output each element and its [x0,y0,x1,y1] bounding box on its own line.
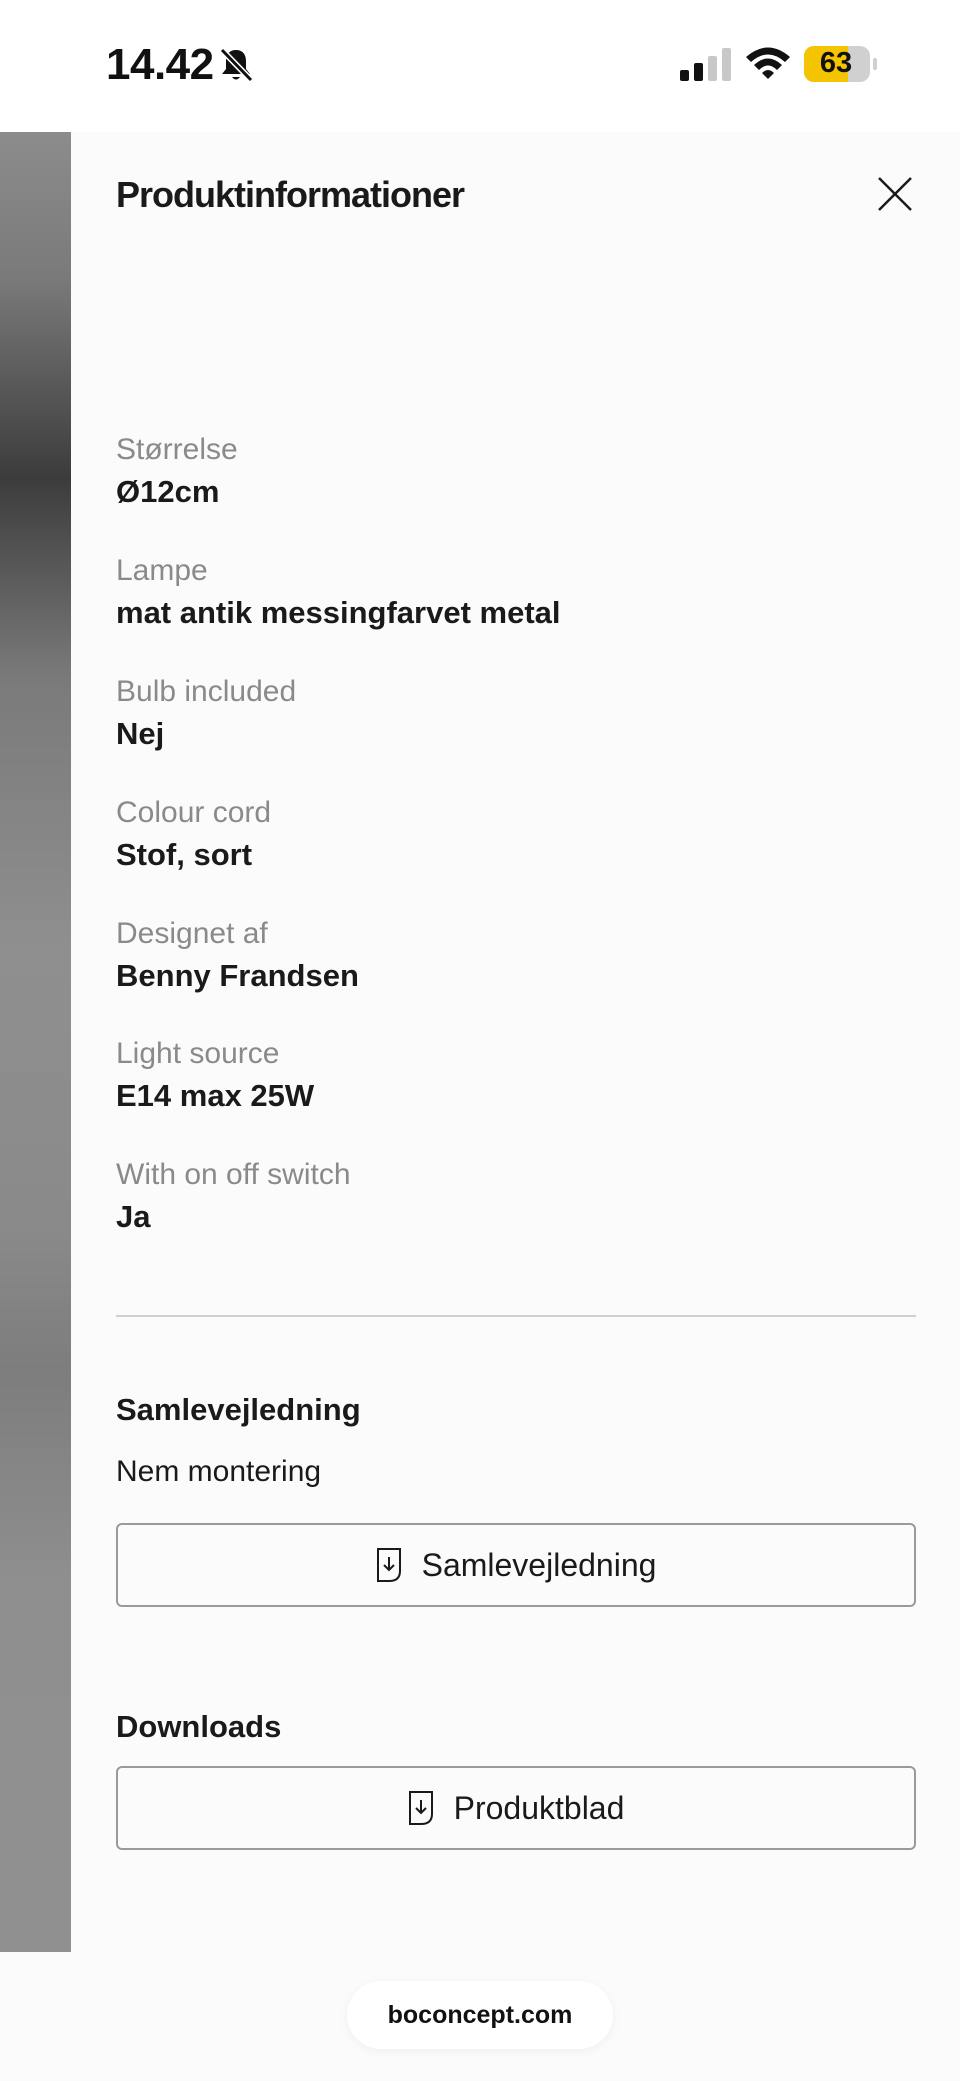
spec-label: Light source [116,1037,280,1070]
status-bar: 14.42 63 [0,0,960,132]
spec-switch: With on off switch Ja [116,1155,351,1239]
spec-value: Ja [116,1199,151,1234]
spec-label: Størrelse [116,433,238,466]
product-info-drawer: Produktinformationer Størrelse Ø12cm Lam… [71,132,960,1952]
spec-value: E14 max 25W [116,1078,315,1113]
product-sheet-label: Produktblad [453,1789,625,1826]
assembly-text: Nem montering [116,1455,322,1488]
signal-icon [680,48,731,81]
spec-value: Stof, sort [116,837,253,872]
spec-light-source: Light source E14 max 25W [116,1034,314,1118]
spec-value: Nej [116,716,165,751]
spec-label: Lampe [116,554,208,587]
page-backdrop[interactable] [0,132,71,1952]
downloads-title: Downloads [116,1709,282,1744]
drawer-title: Produktinformationer [116,174,465,215]
assembly-title: Samlevejledning [116,1392,361,1427]
spec-size: Størrelse Ø12cm [116,430,238,514]
spec-label: With on off switch [116,1158,351,1191]
battery-level: 63 [819,47,853,79]
assembly-button-label: Samlevejledning [421,1546,657,1583]
spec-label: Colour cord [116,796,272,829]
browser-url-bar[interactable]: boconcept.com [347,1981,613,2049]
assembly-download-button[interactable]: Samlevejledning [116,1523,916,1607]
spec-value: Ø12cm [116,474,220,509]
spec-value: mat antik messingfarvet metal [116,595,561,630]
status-time: 14.42 [106,40,214,89]
product-sheet-button[interactable]: Produktblad [116,1766,916,1850]
spec-colour-cord: Colour cord Stof, sort [116,793,271,877]
spec-value: Benny Frandsen [116,958,359,993]
spec-lamp: Lampe mat antik messingfarvet metal [116,551,561,635]
wifi-icon [746,47,790,79]
download-document-icon [376,1548,401,1582]
spec-label: Designet af [116,917,268,950]
spec-designer: Designet af Benny Frandsen [116,914,359,998]
spec-label: Bulb included [116,675,297,708]
download-document-icon [408,1791,433,1825]
spec-bulb-included: Bulb included Nej [116,672,296,756]
close-icon[interactable] [875,174,915,214]
section-divider [116,1315,916,1317]
bell-slash-icon [219,47,254,83]
